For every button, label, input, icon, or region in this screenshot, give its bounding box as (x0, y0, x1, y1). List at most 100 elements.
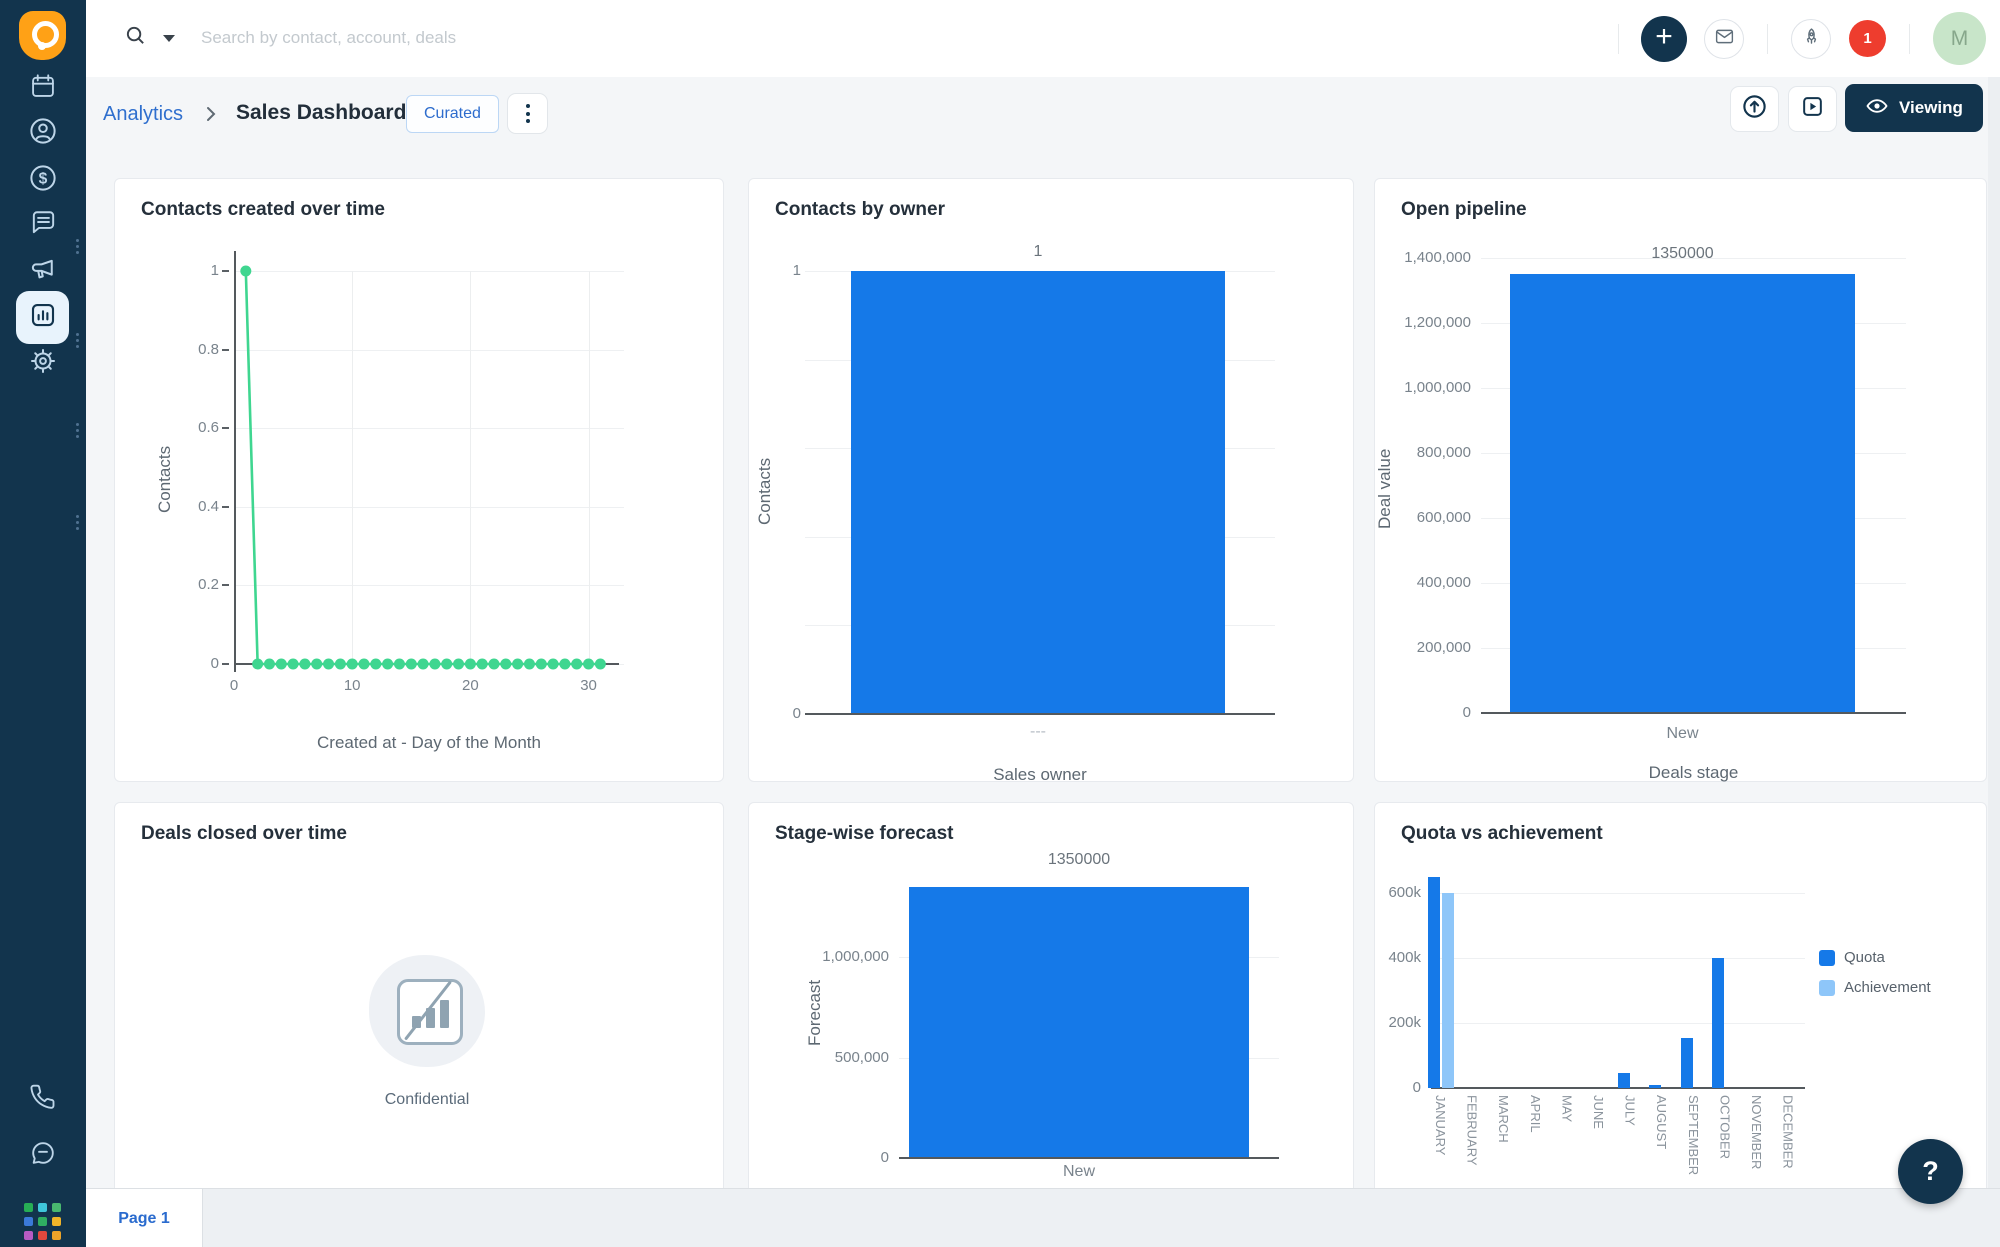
sidebar-item-analytics-selected[interactable] (16, 291, 69, 344)
line-series[interactable] (234, 265, 624, 670)
bar-quota[interactable] (1680, 1037, 1693, 1088)
y-tick-mark (222, 584, 229, 587)
viewing-mode-button[interactable]: Viewing (1845, 84, 1983, 132)
x-tick-label: MAY (1559, 1095, 1575, 1123)
curated-badge: Curated (406, 95, 499, 133)
divider (1618, 23, 1619, 54)
category-label: New (1062, 1163, 1095, 1180)
y-tick-label: 1 (210, 262, 219, 279)
y-axis-title: Forecast (805, 979, 824, 1047)
chat-icon (29, 208, 58, 242)
category-label: New (1666, 725, 1699, 742)
sidebar-item-conversations[interactable] (0, 202, 86, 438)
breadcrumb-analytics-link[interactable]: Analytics (103, 103, 183, 126)
bar[interactable] (909, 887, 1249, 1158)
x-tick-label: DECEMBER (1780, 1095, 1796, 1169)
data-point (393, 658, 405, 670)
x-tick-label: 30 (580, 677, 597, 694)
x-tick-label: JUNE (1591, 1095, 1606, 1129)
deals-icon: $ (28, 163, 58, 198)
dashboard-menu-button[interactable] (507, 93, 548, 134)
data-point (370, 658, 382, 670)
chart-contacts-created-over-time: 1 0.8 0.6 0.4 0.2 0 0 10 20 30 Created at - Day of… (115, 179, 723, 781)
chart-card-quota-vs-achievement: Quota vs achievement 600k 400k 200k 0 JANUAR… (1374, 802, 1987, 1194)
rocket-icon (1801, 26, 1822, 52)
search-scope-caret-icon[interactable] (163, 34, 175, 42)
x-tick-label: MARCH (1496, 1095, 1512, 1143)
y-tick-label: 200k (1388, 1014, 1421, 1031)
sidebar-item-campaigns[interactable] (0, 248, 86, 530)
y-tick-label: 400k (1388, 949, 1421, 966)
app-switcher-icon[interactable] (24, 1203, 62, 1241)
gridline (1431, 893, 1805, 894)
quick-add-button[interactable]: + (1641, 15, 1687, 62)
x-axis-title: Created at - Day of the Month (317, 733, 541, 752)
data-point (275, 658, 287, 670)
data-point (488, 658, 500, 670)
y-tick-mark (222, 663, 229, 665)
bar[interactable] (851, 271, 1225, 714)
bar-quota[interactable] (1649, 1084, 1662, 1088)
presentation-button[interactable] (1788, 86, 1837, 132)
data-point (559, 658, 571, 670)
y-tick-label: 1 (792, 262, 801, 279)
search-input[interactable] (199, 27, 763, 49)
data-point (464, 658, 476, 670)
x-tick-label: OCTOBER (1717, 1095, 1733, 1160)
y-tick-label: 0 (792, 705, 801, 722)
x-axis-line (1481, 712, 1906, 714)
page-tab-1[interactable]: Page 1 (86, 1189, 203, 1247)
data-point (263, 658, 275, 670)
chart-card-open-pipeline: Open pipeline 1,400,000 1,200,000 1,000,00… (1374, 178, 1987, 782)
analytics-icon (28, 300, 58, 335)
scrollbar-track[interactable] (1988, 77, 2000, 1188)
plus-icon: + (1655, 20, 1673, 53)
bar-quota[interactable] (1617, 1073, 1630, 1088)
y-tick-label: 0 (880, 1149, 889, 1166)
y-tick-label: 0.8 (198, 340, 219, 358)
sidebar-item-deals[interactable]: $ (0, 157, 86, 348)
data-point (287, 658, 299, 670)
email-button[interactable] (1704, 18, 1744, 59)
legend-label: Quota (1844, 949, 1885, 966)
notifications-badge[interactable]: 1 (1849, 20, 1886, 57)
data-point (323, 658, 335, 670)
sidebar-item-settings[interactable] (0, 340, 86, 386)
avatar[interactable]: M (1933, 12, 1986, 65)
chart-card-contacts-created: Contacts created over time 1 0.8 0.6 0.4 0.2… (114, 178, 724, 782)
page-tabs-bar: Page 1 (86, 1188, 2000, 1247)
chart-quota-vs-achievement: 600k 400k 200k 0 JANUARY FEBRUARY MARCH APRIL MA… (1375, 803, 1986, 1193)
topbar: + 1 M (86, 0, 2000, 77)
bar-achievement[interactable] (1442, 893, 1454, 1088)
sidebar-item-calendar[interactable] (0, 65, 86, 111)
sidebar-item-bot-chat[interactable] (0, 1132, 86, 1178)
bar-quota[interactable] (1712, 958, 1725, 1088)
svg-text:$: $ (39, 170, 48, 187)
campaigns-kebab-icon[interactable] (74, 515, 80, 530)
gridline (1431, 1023, 1805, 1024)
value-label: 1 (1033, 243, 1043, 260)
data-point (405, 658, 417, 670)
data-point (417, 658, 429, 670)
bar[interactable] (1510, 274, 1855, 713)
sidebar-item-contacts[interactable] (0, 110, 86, 254)
export-button[interactable] (1730, 86, 1779, 132)
y-tick-label: 1,200,000 (1404, 314, 1471, 331)
page-title: Sales Dashboard (236, 101, 407, 124)
conversations-kebab-icon[interactable] (74, 423, 80, 438)
whats-new-button[interactable] (1791, 18, 1831, 59)
freshworks-logo-icon[interactable] (19, 11, 66, 60)
data-point (429, 658, 441, 670)
legend-item[interactable]: Quota (1819, 949, 1885, 966)
data-point (441, 658, 453, 670)
data-point (358, 658, 370, 670)
help-button[interactable]: ? (1898, 1139, 1963, 1204)
bar-quota[interactable] (1428, 876, 1440, 1088)
search-icon[interactable] (124, 24, 147, 52)
y-axis-title: Contacts (155, 445, 174, 513)
category-label: --- (1030, 723, 1046, 740)
sidebar-item-phone[interactable] (0, 1076, 86, 1122)
legend-item[interactable]: Achievement (1819, 979, 1931, 996)
y-axis-title: Deal value (1375, 448, 1394, 530)
x-tick-label: AUGUST (1654, 1095, 1670, 1150)
